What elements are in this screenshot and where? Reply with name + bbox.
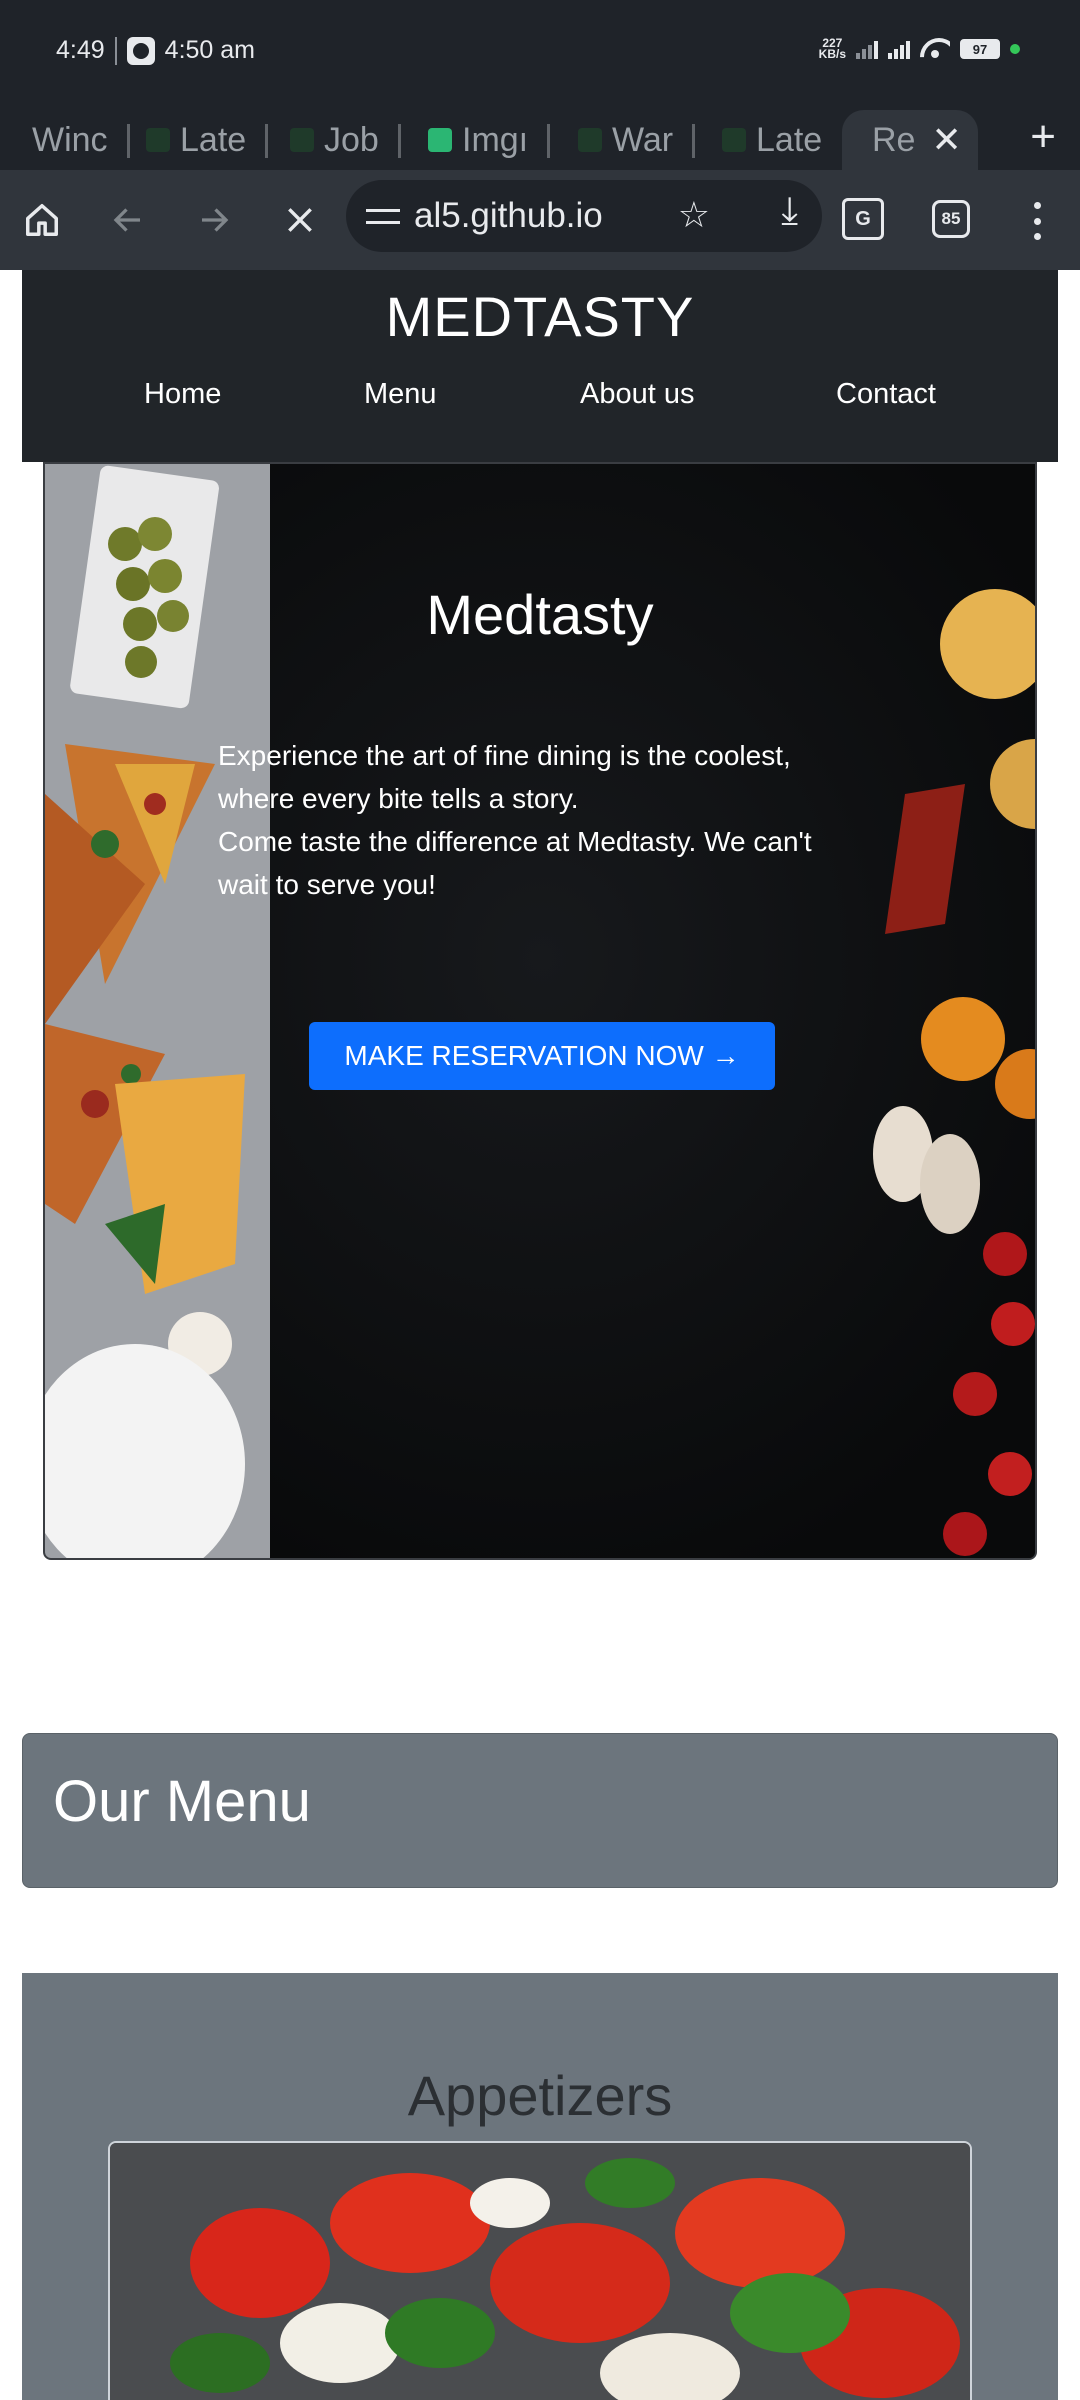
status-indicators: 227 KB/s 97 xyxy=(818,36,1020,61)
favicon-icon xyxy=(578,128,602,152)
favicon-icon xyxy=(290,128,314,152)
browser-tab[interactable]: Late xyxy=(722,110,822,170)
site-settings-icon[interactable] xyxy=(366,201,400,231)
home-icon[interactable] xyxy=(16,194,68,246)
stop-loading-icon[interactable] xyxy=(274,194,326,246)
translate-icon[interactable]: G xyxy=(842,198,884,240)
appetizers-heading: Appetizers xyxy=(407,2064,673,2127)
favicon-icon xyxy=(722,128,746,152)
browser-tab-strip: Winc Late Job Imgı War Late Re ✕ + xyxy=(0,100,1080,170)
network-speed: 227 KB/s xyxy=(818,36,846,61)
tab-switcher-button[interactable]: 85 xyxy=(932,200,970,238)
site-brand[interactable]: MEDTASTY xyxy=(22,284,1058,349)
tab-divider xyxy=(265,124,269,158)
status-separator xyxy=(114,36,117,65)
browser-tab[interactable]: Imgı xyxy=(428,110,551,170)
tab-label: War xyxy=(612,120,674,159)
menu-heading: Our Menu xyxy=(53,1769,311,1834)
status-clock-text: 4:50 am xyxy=(164,36,256,64)
hero-text-line: Experience the art of fine dining is the… xyxy=(218,740,791,814)
browser-tab-active[interactable]: Re ✕ xyxy=(842,110,978,170)
browser-tab[interactable]: Winc xyxy=(32,110,130,170)
browser-tab[interactable]: Job xyxy=(290,110,401,170)
make-reservation-button[interactable]: MAKE RESERVATION NOW → xyxy=(309,1022,775,1090)
hero-title: Medtasty xyxy=(426,583,654,646)
nav-link-contact[interactable]: Contact xyxy=(836,378,936,411)
tab-divider xyxy=(547,124,551,158)
forward-arrow-icon[interactable] xyxy=(188,194,240,246)
close-tab-icon[interactable]: ✕ xyxy=(931,119,961,161)
status-bar: 4:49 4:50 am 227 KB/s 97 xyxy=(0,0,1080,100)
address-url[interactable]: al5.github.io xyxy=(414,196,603,236)
tab-label: Late xyxy=(180,120,247,159)
hero-text-line: Come taste the difference at Medtasty. W… xyxy=(218,826,812,900)
new-tab-icon[interactable]: + xyxy=(1030,112,1056,162)
tab-label: Imgı xyxy=(462,120,529,159)
tab-divider xyxy=(692,124,696,158)
address-bar[interactable]: al5.github.io ☆ ⤓ xyxy=(346,180,822,252)
browser-tab[interactable]: Late xyxy=(146,110,269,170)
wifi-icon xyxy=(920,38,950,60)
appetizer-image xyxy=(108,2141,972,2400)
signal-icon xyxy=(856,39,878,59)
nav-link-about[interactable]: About us xyxy=(580,378,694,411)
clock-icon xyxy=(126,36,155,65)
tab-label: Job xyxy=(324,120,379,159)
tab-divider xyxy=(126,124,130,158)
signal-icon-2 xyxy=(888,39,910,59)
appetizers-section: Appetizers xyxy=(22,1973,1058,2400)
status-time-group: 4:49 4:50 am xyxy=(56,36,255,65)
back-arrow-icon[interactable] xyxy=(102,194,154,246)
privacy-dot-icon xyxy=(1010,44,1020,54)
site-header: MEDTASTY Home Menu About us Contact xyxy=(22,270,1058,462)
hero-description: Experience the art of fine dining is the… xyxy=(218,734,858,906)
tab-label: Re xyxy=(872,120,916,159)
tab-label: Winc xyxy=(32,120,108,159)
our-menu-banner: Our Menu xyxy=(22,1733,1058,1888)
favicon-icon xyxy=(146,128,170,152)
tab-divider xyxy=(397,124,401,158)
hero-section: Medtasty Experience the art of fine dini… xyxy=(43,462,1037,1560)
browser-toolbar: al5.github.io ☆ ⤓ G 85 xyxy=(0,170,1080,270)
site-nav: Home Menu About us Contact xyxy=(22,378,1058,428)
battery-icon: 97 xyxy=(960,39,1000,59)
nav-link-menu[interactable]: Menu xyxy=(364,378,437,411)
nav-link-home[interactable]: Home xyxy=(144,378,221,411)
bookmark-star-icon[interactable]: ☆ xyxy=(678,194,710,236)
browser-tab[interactable]: War xyxy=(578,110,696,170)
favicon-icon xyxy=(428,128,452,152)
download-icon[interactable]: ⤓ xyxy=(781,190,798,233)
more-menu-icon[interactable] xyxy=(1022,198,1052,244)
tab-label: Late xyxy=(756,120,823,159)
status-time: 4:49 xyxy=(56,36,105,64)
